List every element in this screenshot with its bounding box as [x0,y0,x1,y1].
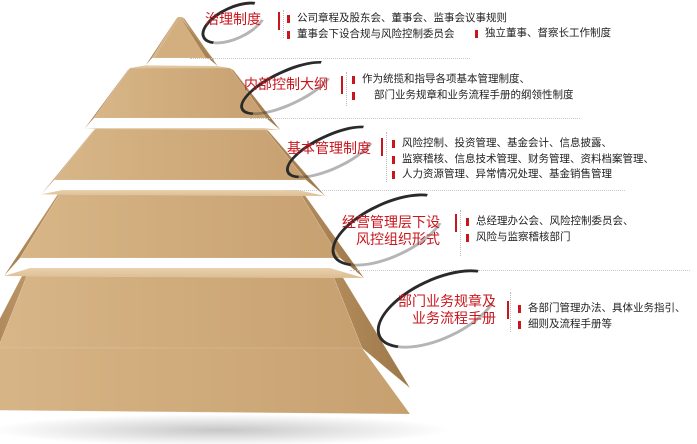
separator [346,72,347,106]
list-item: 公司章程及股东会、董事会、监事会议事规则 [287,11,687,27]
list-item: 总经理办公会、风险控制委员会、 [466,214,686,230]
pyramid-tier-front [53,127,307,181]
accent-bar [455,214,457,232]
accent-bar [381,138,383,156]
pyramid-base-face [0,347,411,415]
list-item: 董事会下设合规与风险控制委员会 [287,27,455,43]
pyramid-tier-front [19,189,341,259]
list-item: 监察稽核、信息技术管理、财务管理、资料档案管理、 [392,152,692,168]
separator [386,132,387,182]
level-items-basic-management: 风险控制、投资管理、基金会计、信息披露、 监察稽核、信息技术管理、财务管理、资料… [392,136,692,183]
list-item: 人力资源管理、异常情况处理、基金销售管理 [392,167,692,183]
list-item: 各部门管理办法、具体业务指引、 [518,301,693,317]
pyramid-tier-ledge [129,64,231,69]
list-item: 细则及流程手册等 [518,317,693,333]
level-items-department-rules: 各部门管理办法、具体业务指引、 细则及流程手册等 [518,301,693,332]
level-label-governance: 治理制度 [205,12,261,28]
accent-bar [341,76,343,94]
level-items-internal-control: 作为统揽和指导各项基本管理制度、 部门业务规章和业务流程手册的纲领性制度 [352,72,672,103]
pyramid-tip [153,16,207,59]
level-label-basic-management: 基本管理制度 [287,141,371,157]
pyramid-diagram: 治理制度 公司章程及股东会、董事会、监事会议事规则 董事会下设合规与风险控制委员… [0,0,697,444]
level-label-risk-organization: 经营管理层下设 风控组织形式 [342,215,440,248]
pyramid-shadow [0,414,450,444]
separator [250,118,580,119]
level-label-internal-control: 内部控制大纲 [244,77,328,93]
level-label-department-rules: 部门业务规章及 业务流程手册 [398,294,496,327]
separator [350,270,690,271]
list-item: 部门业务规章和业务流程手册的纲领性制度 [352,88,672,104]
pyramid-tier-ledge [3,267,365,279]
level-items-risk-organization: 总经理办公会、风险控制委员会、 风险与监察稽核部门 [466,214,686,245]
accent-bar [278,12,280,30]
separator [285,190,625,191]
separator [190,58,470,59]
pyramid-tier-front [0,267,363,349]
level-items-governance: 公司章程及股东会、董事会、监事会议事规则 董事会下设合规与风险控制委员会 独立董… [287,11,687,42]
accent-bar [507,301,509,319]
list-item: 风险控制、投资管理、基金会计、信息披露、 [392,136,692,152]
list-item: 作为统揽和指导各项基本管理制度、 [352,72,672,88]
separator [283,10,284,38]
separator [460,210,461,256]
list-item: 风险与监察稽核部门 [466,230,686,246]
list-item: 独立董事、督察长工作制度 [475,26,611,42]
separator [510,292,511,332]
